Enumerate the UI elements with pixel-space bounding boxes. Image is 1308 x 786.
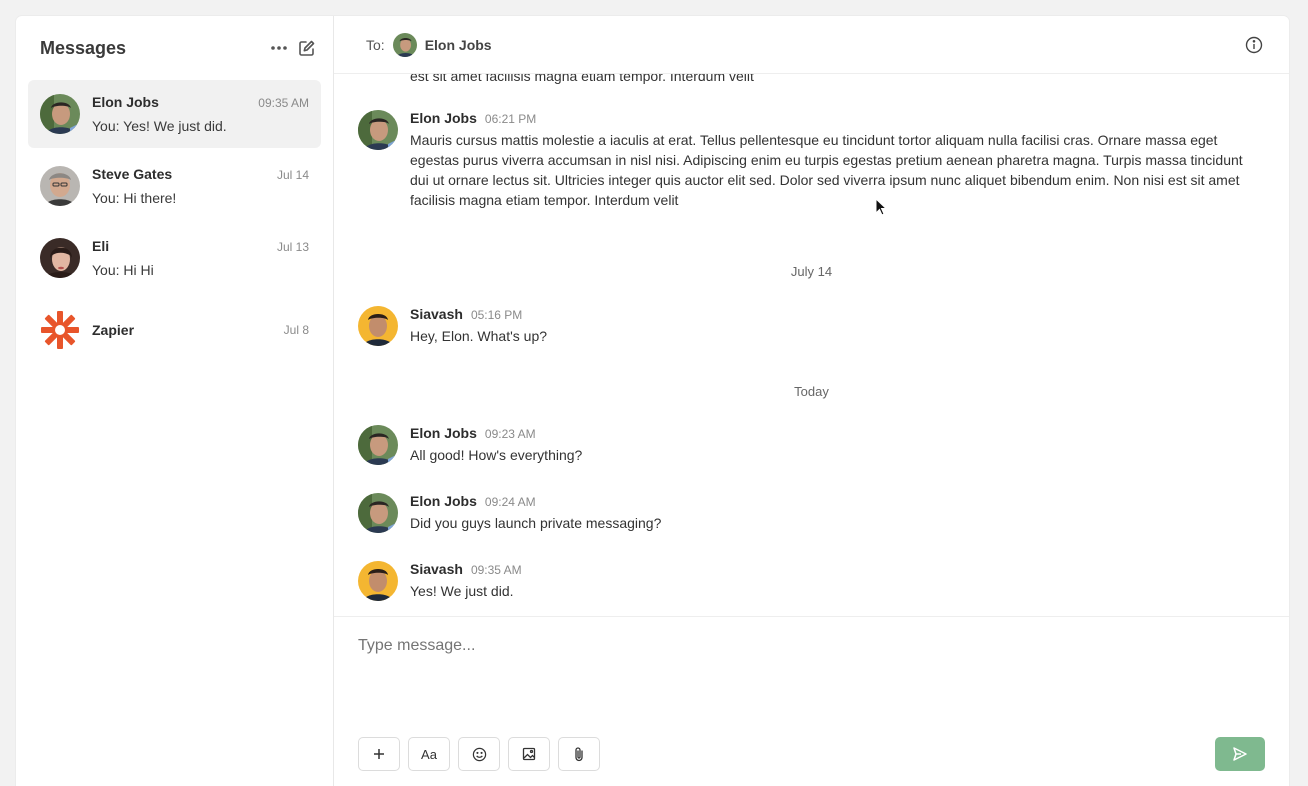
message-time: 09:24 AM [484,495,536,509]
zapier-logo-icon [41,311,79,349]
attach-button[interactable] [558,737,600,771]
chat-header: To: Elon Jobs [334,16,1289,74]
mouse-cursor-icon [875,198,887,216]
date-separator: July 14 [790,264,833,279]
conversation-zapier[interactable]: Zapier Jul 8 [28,296,321,364]
message-text-partial: est sit amet facilisis magna etiam tempo… [410,74,754,84]
message-input[interactable] [358,637,1265,655]
sidebar: Messages Elon Jobs 09:35 AM You: Yes! We… [16,16,334,786]
avatar [358,493,398,533]
text-format-icon: Aa [421,746,437,762]
conversation-preview: You: Hi there! [92,190,177,206]
message-author: Siavash [410,561,463,577]
sidebar-title: Messages [40,37,127,58]
compose-icon [299,40,315,56]
avatar [40,166,80,206]
avatar [358,561,398,601]
avatar-elon-image [392,32,417,57]
message: Elon Jobs 09:24 AM Did you guys launch p… [358,493,1265,533]
paperclip-icon [575,747,583,762]
send-button[interactable] [1215,737,1265,771]
message-author: Elon Jobs [410,493,477,509]
avatar-elon-image [358,493,398,533]
conversation-steve-gates[interactable]: Steve Gates Jul 14 You: Hi there! [28,152,321,220]
conversation-name: Eli [92,238,110,254]
avatar [358,306,398,346]
image-button[interactable] [508,737,550,771]
recipient-avatar [392,32,417,57]
add-button[interactable] [358,737,400,771]
message: Elon Jobs 06:21 PM Mauris cursus mattis … [358,110,1265,210]
avatar-steve-image [40,166,80,206]
text-format-button[interactable]: Aa [408,737,450,771]
conversation-preview: You: Hi Hi [92,262,154,278]
message-author: Siavash [410,306,463,322]
conversation-elon-jobs[interactable]: Elon Jobs 09:35 AM You: Yes! We just did… [28,80,321,148]
sidebar-header: Messages [16,16,333,80]
chat-panel: To: Elon Jobs est sit amet facilisis mag… [334,16,1289,786]
avatar-elon-image [358,110,398,150]
emoji-icon [472,747,486,761]
date-separator: Today [794,384,829,399]
message-time: 06:21 PM [484,112,537,126]
message-text: Mauris cursus mattis molestie a iaculis … [410,132,1243,208]
message-text: All good! How's everything? [410,447,583,463]
avatar-elon-image [40,94,80,134]
conversation-time: Jul 14 [276,168,309,182]
message-text: Yes! We just did. [410,583,514,599]
plus-icon [374,749,384,759]
avatar [40,94,80,134]
conversation-name: Steve Gates [92,166,173,182]
conversation-time: 09:35 AM [258,96,309,110]
avatar [358,425,398,465]
avatar [40,238,80,278]
ellipsis-icon [271,46,287,50]
message: Siavash 09:35 AM Yes! We just did. [358,561,1265,601]
avatar-siavash-image [358,306,398,346]
conversation-list: Elon Jobs 09:35 AM You: Yes! We just did… [16,80,333,364]
composer-toolbar: Aa [358,737,600,771]
messaging-app: Messages Elon Jobs 09:35 AM You: Yes! We… [16,16,1289,786]
conversation-preview: You: Yes! We just did. [92,118,227,134]
send-icon [1233,747,1247,761]
recipient-name[interactable]: Elon Jobs [425,37,1243,53]
image-icon [522,747,536,761]
compose-button[interactable] [293,34,321,62]
avatar-siavash-image [358,561,398,601]
message-text: Hey, Elon. What's up? [410,328,548,344]
message-thread: est sit amet facilisis magna etiam tempo… [334,74,1289,616]
message-time: 05:16 PM [470,308,523,322]
message-text: Did you guys launch private messaging? [410,515,662,531]
more-options-button[interactable] [265,34,293,62]
message-composer: Aa [334,616,1289,786]
emoji-button[interactable] [458,737,500,771]
conversation-time: Jul 13 [276,240,309,254]
avatar [358,110,398,150]
info-icon [1245,36,1263,53]
conversation-name: Elon Jobs [92,94,159,110]
conversation-time: Jul 8 [283,323,309,337]
avatar-eli-image [40,238,80,278]
conversation-name: Zapier [92,322,135,338]
message: Elon Jobs 09:23 AM All good! How's every… [358,425,1265,465]
info-button[interactable] [1243,34,1265,56]
message-time: 09:35 AM [470,563,522,577]
avatar-elon-image [358,425,398,465]
message-time: 09:23 AM [484,427,536,441]
message-author: Elon Jobs [410,425,477,441]
message-author: Elon Jobs [410,110,477,126]
avatar [40,310,80,350]
message: Siavash 05:16 PM Hey, Elon. What's up? [358,306,1265,346]
to-label: To: [366,36,385,53]
conversation-eli[interactable]: Eli Jul 13 You: Hi Hi [28,224,321,292]
